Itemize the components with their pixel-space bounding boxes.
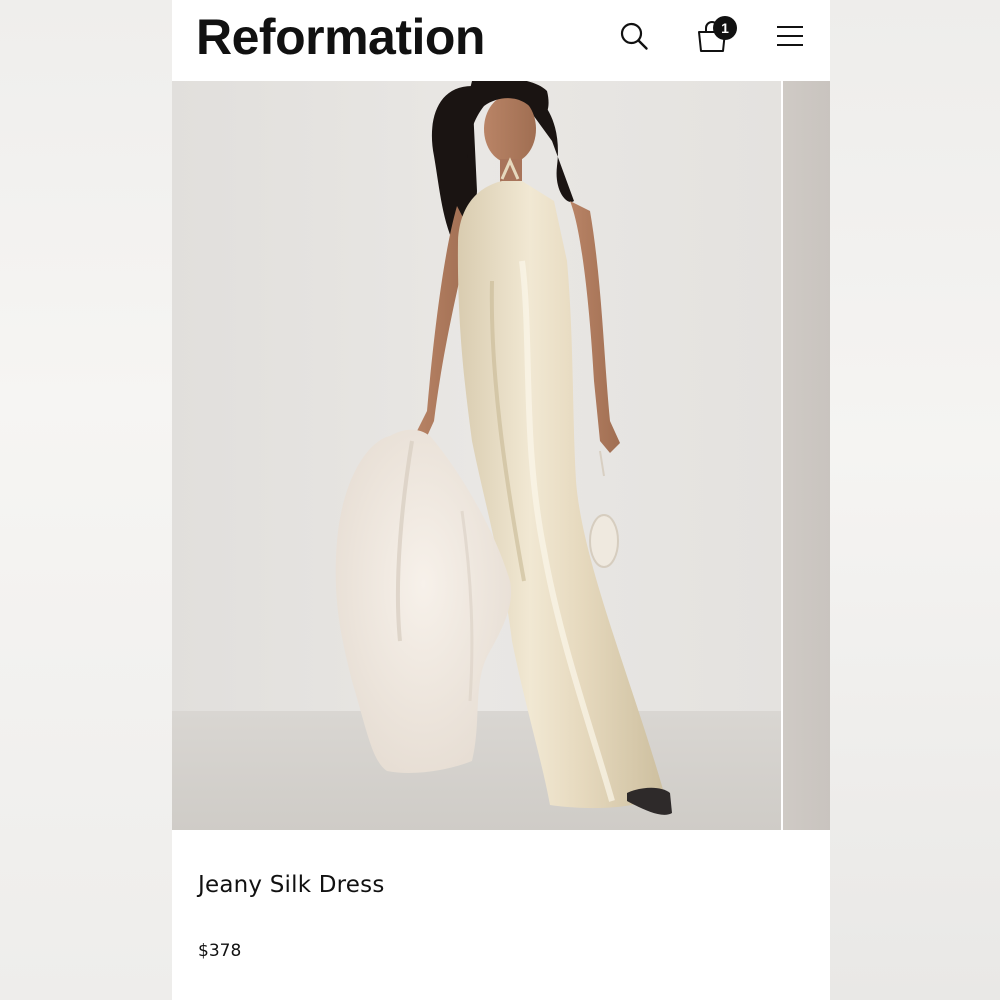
shopping-bag-button[interactable]: 1 <box>690 14 737 58</box>
next-image-preview[interactable] <box>783 81 830 830</box>
hamburger-menu-icon <box>777 26 803 46</box>
search-icon <box>620 22 648 50</box>
product-info: Jeany Silk Dress $378 <box>172 830 830 1000</box>
product-price: $378 <box>198 941 242 961</box>
bag-count-badge: 1 <box>713 16 737 40</box>
model-in-silk-dress-image <box>172 81 781 830</box>
menu-button[interactable] <box>768 14 812 58</box>
backdrop-left <box>0 0 172 1000</box>
brand-logo[interactable]: Reformation <box>196 8 485 66</box>
product-image-carousel[interactable] <box>172 81 830 830</box>
product-hero-image[interactable] <box>172 81 781 830</box>
mobile-screen: Reformation 1 Jeany Silk Dress $378 <box>172 0 830 1000</box>
search-button[interactable] <box>612 14 656 58</box>
backdrop-right <box>830 0 1000 1000</box>
site-header: Reformation 1 <box>172 0 830 81</box>
product-name[interactable]: Jeany Silk Dress <box>198 872 385 898</box>
